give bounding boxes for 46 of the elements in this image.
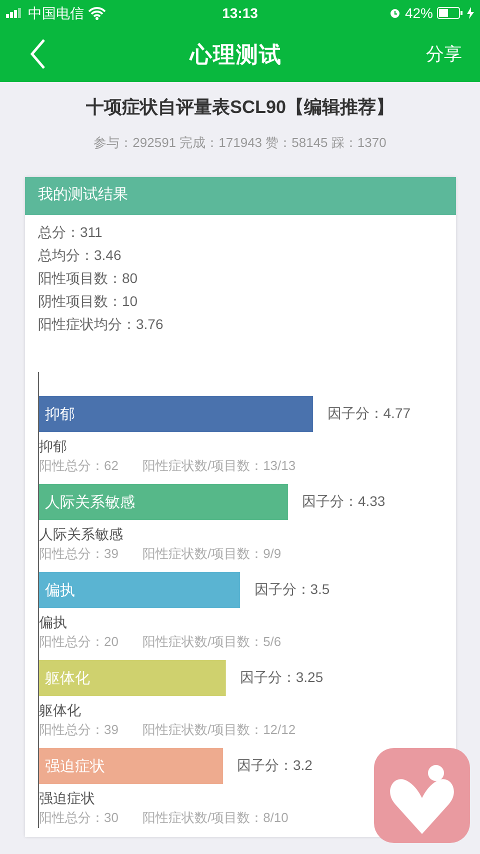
symptom-ratio: 阳性症状数/项目数：9/9 [142,544,282,562]
bar-label: 抑郁 [45,406,75,422]
signal-icon [6,8,24,18]
bar-label: 躯体化 [45,670,90,686]
charging-icon [467,7,474,19]
summary-line: 总分：311 [38,222,102,242]
summary-line: 阴性项目数：10 [38,292,138,310]
test-title: 十项症状自评量表SCL90【编辑推荐】 [84,96,396,119]
factor-score: 因子分：4.77 [326,404,411,423]
positive-total: 阳性总分：62 [39,456,118,474]
factor-name: 人际关系敏感 [39,524,123,544]
floating-app-button[interactable] [374,748,470,843]
bar-label: 人际关系敏感 [45,494,135,510]
battery-icon [437,7,463,19]
summary-line: 阳性症状均分：3.76 [38,314,164,334]
clock-time: 13:13 [222,4,258,22]
card-header: 我的测试结果 [25,176,456,214]
alarm-clock-icon [388,7,401,19]
factor-score: 因子分：3.25 [238,668,324,687]
symptom-ratio: 阳性症状数/项目数：12/12 [142,720,296,738]
positive-total: 阳性总分：20 [39,632,118,650]
summary-line: 阳性项目数：80 [38,268,138,288]
battery-percent: 42% [404,4,433,22]
factor-score: 因子分：3.5 [253,580,330,599]
summary-line: 总均分：3.46 [38,246,122,264]
factor-name: 偏执 [39,612,67,632]
back-icon[interactable] [30,39,46,69]
factor-score: 因子分：4.33 [300,492,386,511]
heart-icon [389,764,455,836]
factor-name: 躯体化 [39,700,81,720]
symptom-ratio: 阳性症状数/项目数：8/10 [142,808,288,826]
positive-total: 阳性总分：30 [39,808,118,826]
bar-label: 强迫症状 [45,758,105,774]
page-title: 心理测试 [190,40,282,68]
share-button[interactable]: 分享 [426,40,462,68]
positive-total: 阳性总分：39 [39,720,118,738]
factor-score: 因子分：3.2 [236,756,312,775]
factor-name: 抑郁 [39,436,67,456]
wifi-icon [88,6,106,20]
symptom-ratio: 阳性症状数/项目数：5/6 [142,632,282,650]
symptom-ratio: 阳性症状数/项目数：13/13 [142,456,296,474]
factor-name: 强迫症状 [39,788,95,808]
positive-total: 阳性总分：39 [39,544,118,562]
test-stats: 参与：292591 完成：171943 赞：58145 踩：1370 [92,134,388,152]
bar-label: 偏执 [45,582,75,598]
carrier-name: 中国电信 [28,4,84,22]
